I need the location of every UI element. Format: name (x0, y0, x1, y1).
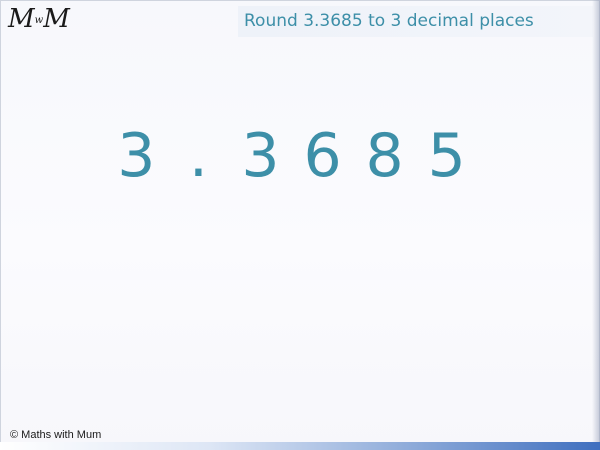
slide: M w M Round 3.3685 to 3 decimal places 3… (0, 0, 600, 450)
maths-with-mum-logo: M w M (8, 4, 70, 34)
number-decimal-point: . (188, 121, 208, 191)
number-display: 3 . 3 6 8 5 (0, 118, 583, 194)
number-digit-4: 8 (365, 121, 404, 191)
bottom-gradient-bar (0, 442, 600, 450)
right-edge-shadow (592, 0, 600, 450)
logo-letter-m-left: M (8, 4, 35, 34)
logo-letter-m-right: M (43, 4, 70, 34)
number-digit-3: 6 (303, 121, 342, 191)
number-digit-5: 5 (427, 121, 466, 191)
number-digit-1: 3 (117, 121, 156, 191)
number-digit-2: 3 (241, 121, 280, 191)
copyright-footer: © Maths with Mum (10, 429, 102, 441)
slide-title: Round 3.3685 to 3 decimal places (238, 6, 593, 37)
logo-letter-w: w (34, 15, 44, 26)
